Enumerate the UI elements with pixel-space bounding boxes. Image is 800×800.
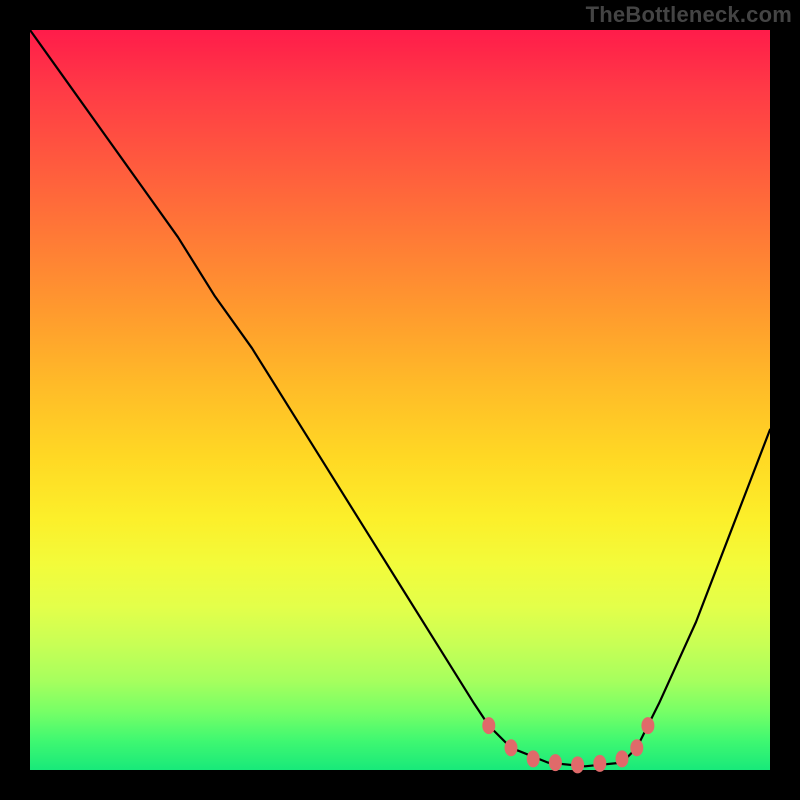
plot-area bbox=[30, 30, 770, 770]
curve-marker bbox=[505, 739, 518, 756]
curve-svg bbox=[30, 30, 770, 770]
curve-marker bbox=[571, 756, 584, 773]
curve-marker bbox=[630, 739, 643, 756]
curve-marker bbox=[482, 717, 495, 734]
chart-frame: TheBottleneck.com bbox=[0, 0, 800, 800]
curve-marker bbox=[641, 717, 654, 734]
watermark-text: TheBottleneck.com bbox=[586, 2, 792, 28]
bottleneck-curve bbox=[30, 30, 770, 766]
curve-marker bbox=[593, 755, 606, 772]
curve-marker bbox=[527, 750, 540, 767]
curve-marker bbox=[616, 750, 629, 767]
curve-marker bbox=[549, 754, 562, 771]
